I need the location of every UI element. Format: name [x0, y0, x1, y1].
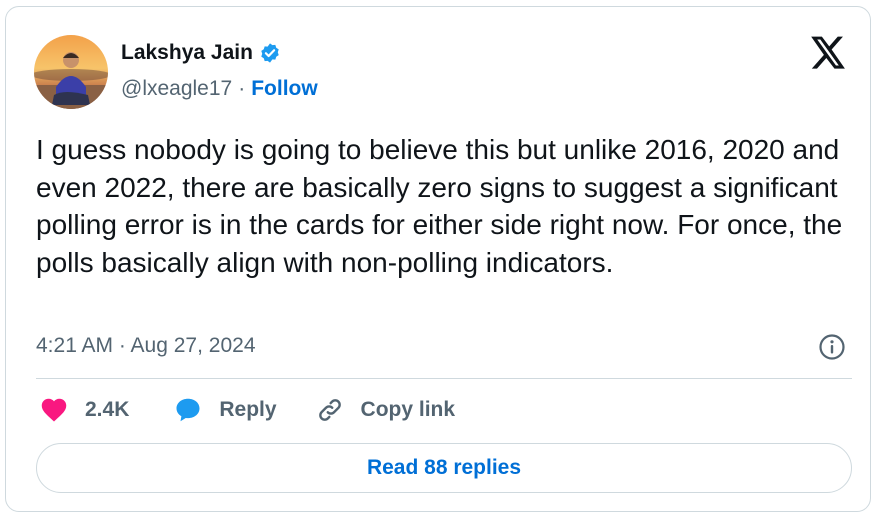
separator-dot: · [238, 77, 246, 100]
tweet-card: Lakshya Jain @lxeagle17 · Follow I guess… [5, 6, 871, 512]
info-icon[interactable] [818, 333, 846, 361]
like-count: 2.4K [85, 398, 130, 421]
tweet-text: I guess nobody is going to believe this … [36, 134, 843, 278]
heart-icon [39, 395, 69, 425]
author-name[interactable]: Lakshya Jain [121, 41, 253, 65]
copy-link-button[interactable]: Copy link [315, 395, 456, 425]
read-replies-button[interactable]: Read 88 replies [36, 443, 852, 493]
author-name-row: Lakshya Jain [121, 41, 281, 65]
avatar[interactable] [34, 35, 108, 109]
author-handle-row: @lxeagle17 · Follow [121, 77, 318, 101]
tweet-actions: 2.4K Reply Copy link [39, 395, 455, 425]
like-button[interactable]: 2.4K [39, 395, 173, 425]
author-handle[interactable]: @lxeagle17 [121, 77, 232, 101]
reply-bubble-icon [173, 395, 203, 425]
copy-link-label: Copy link [360, 398, 456, 421]
tweet-timestamp[interactable]: 4:21 AM · Aug 27, 2024 [36, 334, 256, 358]
follow-button[interactable]: Follow [251, 77, 318, 101]
divider [36, 378, 852, 379]
link-icon [315, 395, 345, 425]
verified-badge-icon [259, 42, 281, 64]
reply-label: Reply [219, 398, 277, 421]
reply-button[interactable]: Reply [173, 395, 314, 425]
x-logo-icon[interactable] [809, 35, 847, 71]
